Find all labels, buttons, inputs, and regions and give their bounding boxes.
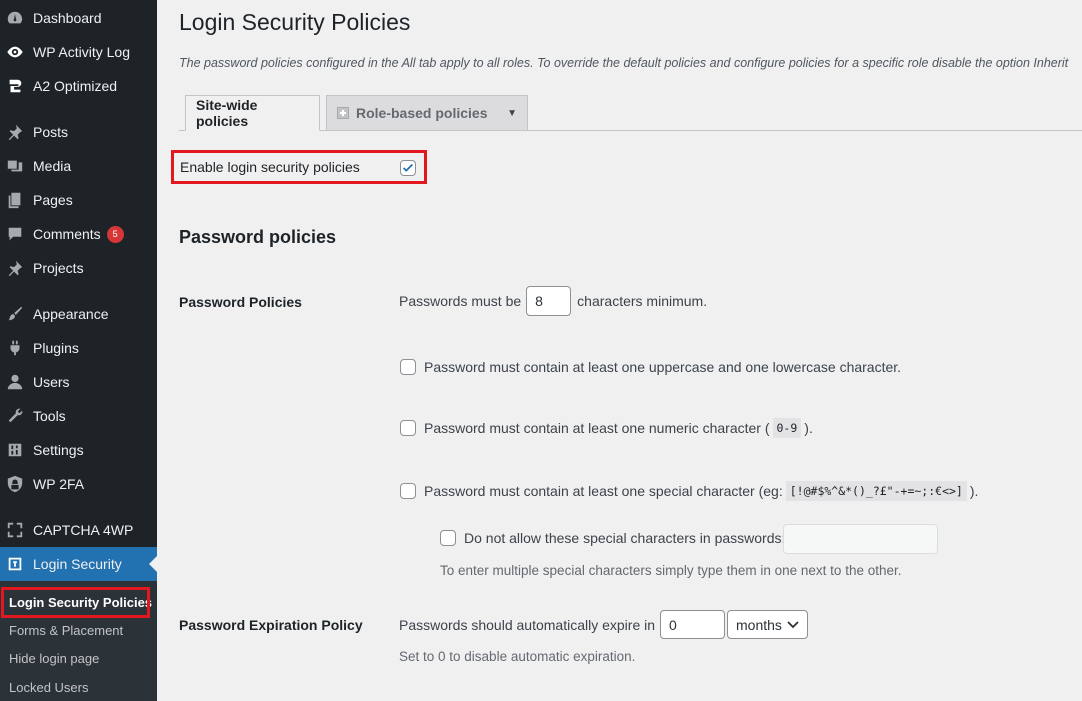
sidebar-item-a2-optimized[interactable]: A2 Optimized [0, 69, 157, 103]
min-length-prefix: Passwords must be [399, 293, 522, 309]
sidebar-item-label: Users [33, 374, 70, 390]
a2-icon [5, 76, 25, 96]
sidebar-item-login-security[interactable]: Login Security [0, 547, 157, 581]
user-icon [5, 372, 25, 392]
sidebar-item-label: Dashboard [33, 10, 102, 26]
page-description: The password policies configured in the … [179, 56, 1069, 70]
comment-count-badge: 5 [106, 225, 124, 243]
highlight-frame [1, 587, 150, 618]
admin-sidebar: Dashboard WP Activity Log A2 Optimized P… [0, 0, 157, 701]
eye-icon [5, 42, 25, 62]
pages-icon [5, 190, 25, 210]
role-plus-icon [337, 107, 349, 119]
sidebar-item-wp-2fa[interactable]: WP 2FA [0, 467, 157, 501]
page-title: Login Security Policies [179, 9, 411, 35]
special-rule-checkbox[interactable] [400, 483, 416, 499]
select-value: months [736, 616, 782, 633]
captcha-icon [5, 520, 25, 540]
case-rule-row: Password must contain at least one upper… [400, 359, 901, 375]
special-rule-suffix: ). [969, 483, 979, 499]
special-rule-label: Password must contain at least one speci… [424, 483, 783, 499]
brush-icon [5, 304, 25, 324]
case-rule-label: Password must contain at least one upper… [424, 359, 902, 375]
pin-icon [5, 258, 25, 278]
disallow-special-checkbox[interactable] [440, 530, 456, 546]
disallow-hint: To enter multiple special characters sim… [440, 563, 902, 578]
sidebar-item-label: WP 2FA [33, 476, 85, 492]
sidebar-item-label: Comments [33, 226, 101, 242]
sidebar-item-tools[interactable]: Tools [0, 399, 157, 433]
sidebar-item-label: A2 Optimized [33, 78, 118, 94]
chevron-down-icon [787, 621, 799, 629]
dropdown-arrow-icon[interactable]: ▼ [507, 108, 517, 119]
sidebar-item-comments[interactable]: Comments 5 [0, 217, 157, 251]
sidebar-item-users[interactable]: Users [0, 365, 157, 399]
sidebar-item-settings[interactable]: Settings [0, 433, 157, 467]
expiration-prefix: Passwords should automatically expire in [399, 616, 656, 633]
sidebar-item-plugins[interactable]: Plugins [0, 331, 157, 365]
case-rule-checkbox[interactable] [400, 359, 416, 375]
numeric-rule-suffix: ). [804, 420, 813, 436]
sidebar-item-posts[interactable]: Posts [0, 115, 157, 149]
wrench-icon [5, 406, 25, 426]
tab-label: Site-wide policies [196, 97, 258, 129]
password-expiration-label: Password Expiration Policy [179, 617, 363, 633]
password-policies-heading: Password policies [179, 227, 337, 247]
tab-role-based-policies[interactable]: Role-based policies ▼ [326, 95, 528, 131]
checkmark-icon [403, 163, 413, 172]
plugin-icon [5, 338, 25, 358]
sidebar-item-label: Tools [33, 408, 66, 424]
shield-icon [5, 474, 25, 494]
sidebar-item-dashboard[interactable]: Dashboard [0, 1, 157, 35]
tab-label: Role-based policies [356, 105, 488, 121]
disallow-special-label: Do not allow these special characters in… [464, 530, 786, 546]
submenu-hide-login-page[interactable]: Hide login page [9, 651, 99, 666]
password-policies-label: Password Policies [179, 294, 302, 310]
enable-login-security-row: Enable login security policies [171, 150, 427, 184]
disallowed-characters-input[interactable] [783, 524, 938, 554]
sidebar-item-label: Projects [33, 260, 84, 276]
sidebar-item-pages[interactable]: Pages [0, 183, 157, 217]
sidebar-item-label: Plugins [33, 340, 79, 356]
enable-login-security-checkbox[interactable] [400, 160, 416, 176]
comment-icon [5, 224, 25, 244]
expiration-hint: Set to 0 to disable automatic expiration… [399, 649, 636, 664]
sidebar-item-media[interactable]: Media [0, 149, 157, 183]
special-rule-row: Password must contain at least one speci… [400, 481, 978, 501]
special-code: [!@#$%^&*()_?£"-+=~;:€<>] [785, 481, 967, 501]
numeric-rule-row: Password must contain at least one numer… [400, 418, 813, 438]
sidebar-item-appearance[interactable]: Appearance [0, 297, 157, 331]
sidebar-item-label: Posts [33, 124, 69, 140]
sidebar-item-label: Appearance [33, 306, 109, 322]
expiration-unit-select[interactable]: months [727, 610, 808, 639]
login-security-icon [5, 554, 25, 574]
numeric-rule-label: Password must contain at least one numer… [424, 420, 770, 436]
tab-site-wide-policies[interactable]: Site-wide policies [185, 95, 320, 131]
sidebar-item-wp-activity-log[interactable]: WP Activity Log [0, 35, 157, 69]
dashboard-icon [5, 8, 25, 28]
sidebar-item-label: Pages [33, 192, 73, 208]
submenu-forms-placement[interactable]: Forms & Placement [9, 623, 123, 638]
enable-label: Enable login security policies [180, 159, 360, 175]
sidebar-item-label: Settings [33, 442, 84, 458]
numeric-rule-checkbox[interactable] [400, 420, 416, 436]
numeric-code: 0-9 [772, 418, 802, 438]
expiration-row: Passwords should automatically expire in… [399, 610, 726, 639]
expiration-input[interactable]: 0 [660, 610, 726, 639]
settings-icon [5, 440, 25, 460]
sidebar-item-label: CAPTCHA 4WP [33, 522, 134, 538]
media-icon [5, 156, 25, 176]
pin-icon [5, 122, 25, 142]
disallow-special-row: Do not allow these special characters in… [440, 530, 785, 546]
sidebar-item-captcha-4wp[interactable]: CAPTCHA 4WP [0, 513, 157, 547]
main-content: Login Security Policies The password pol… [157, 0, 1082, 701]
submenu-locked-users[interactable]: Locked Users [9, 680, 88, 695]
sidebar-item-label: WP Activity Log [33, 44, 131, 60]
sidebar-item-label: Media [33, 158, 72, 174]
sidebar-item-label: Login Security [33, 556, 122, 572]
min-length-row: Passwords must be 8 characters minimum. [399, 286, 707, 316]
min-length-suffix: characters minimum. [577, 293, 708, 309]
sidebar-item-projects[interactable]: Projects [0, 251, 157, 285]
min-length-input[interactable]: 8 [526, 286, 572, 316]
